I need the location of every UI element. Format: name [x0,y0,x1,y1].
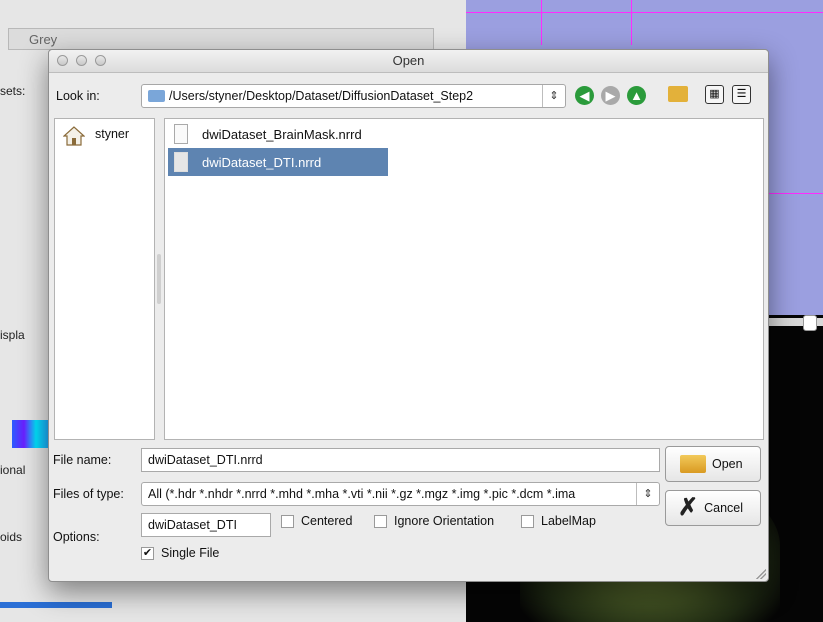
progress-strip [0,602,112,608]
colormap-dropdown[interactable]: Grey [8,28,434,50]
crosshair-line [541,0,542,45]
left-fragment: oids [0,530,23,544]
centered-checkbox[interactable] [281,515,294,528]
folder-icon [680,455,706,473]
file-icon [174,152,188,172]
new-folder-icon[interactable] [668,86,688,102]
ignore-orientation-checkbox[interactable] [374,515,387,528]
back-icon[interactable]: ◀ [575,86,594,105]
file-item-dti[interactable]: dwiDataset_DTI.nrrd [168,148,388,176]
slice-slider-handle[interactable] [803,315,817,331]
look-in-label: Look in: [56,89,100,103]
sidebar-item-label: styner [95,127,130,141]
labelmap-checkbox[interactable] [521,515,534,528]
icon-view-icon[interactable]: ▦ [705,85,724,104]
chevron-updown-icon[interactable]: ⇕ [542,85,565,107]
resize-grip-icon[interactable] [756,569,766,579]
ignore-orientation-label: Ignore Orientation [394,514,495,528]
cancel-button-label: Cancel [704,501,744,515]
labelmap-label: LabelMap [541,514,596,528]
cancel-icon: ✗ [678,494,699,521]
forward-icon[interactable]: ▶ [601,86,620,105]
dialog-titlebar: Open [49,50,768,73]
chevron-updown-icon[interactable]: ⇕ [636,483,659,505]
options-name-input[interactable]: dwiDataset_DTI [141,513,271,537]
files-of-type-label: Files of type: [53,487,124,501]
single-file-checkbox[interactable]: ✔ [141,547,154,560]
options-label: Options: [53,530,100,544]
file-item-brainmask[interactable]: dwiDataset_BrainMask.nrrd [168,120,388,148]
parent-dir-icon[interactable]: ▲ [627,86,646,105]
colormap-dropdown-value: Grey [29,32,58,47]
colormap-bar [12,420,48,448]
folder-icon [148,90,165,102]
crosshair-line [767,193,823,194]
open-button[interactable]: Open [665,446,761,482]
files-of-type-value: All (*.hdr *.nhdr *.nrrd *.mhd *.mha *.v… [148,487,576,501]
open-button-label: Open [712,457,743,471]
file-item-label: dwiDataset_DTI.nrrd [202,154,322,170]
file-icon [174,124,188,144]
centered-label: Centered [301,514,353,528]
dialog-title: Open [392,53,425,68]
detail-view-icon[interactable]: ☰ [732,85,751,104]
places-sidebar: styner [54,118,155,440]
file-list: dwiDataset_BrainMask.nrrd dwiDataset_DTI… [164,118,764,440]
sidebar-item-styner[interactable]: styner [55,119,154,149]
file-name-input[interactable]: dwiDataset_DTI.nrrd [141,448,660,472]
left-fragment: sets: [0,84,26,98]
single-file-label: Single File [161,546,220,560]
crosshair-line [631,0,632,45]
splitter-handle[interactable] [157,254,161,304]
crosshair-line [466,12,823,13]
left-fragment: ispla [0,328,25,342]
left-fragment: ional [0,463,26,477]
look-in-combo[interactable]: /Users/styner/Desktop/Dataset/DiffusionD… [141,84,566,108]
home-icon [63,126,85,146]
files-of-type-select[interactable]: All (*.hdr *.nhdr *.nrrd *.mhd *.mha *.v… [141,482,660,506]
file-name-label: File name: [53,453,112,467]
cancel-button[interactable]: ✗ Cancel [665,490,761,526]
look-in-path: /Users/styner/Desktop/Dataset/DiffusionD… [169,89,474,103]
file-item-label: dwiDataset_BrainMask.nrrd [202,126,362,142]
open-dialog: Open Look in: /Users/styner/Desktop/Data… [48,49,769,582]
